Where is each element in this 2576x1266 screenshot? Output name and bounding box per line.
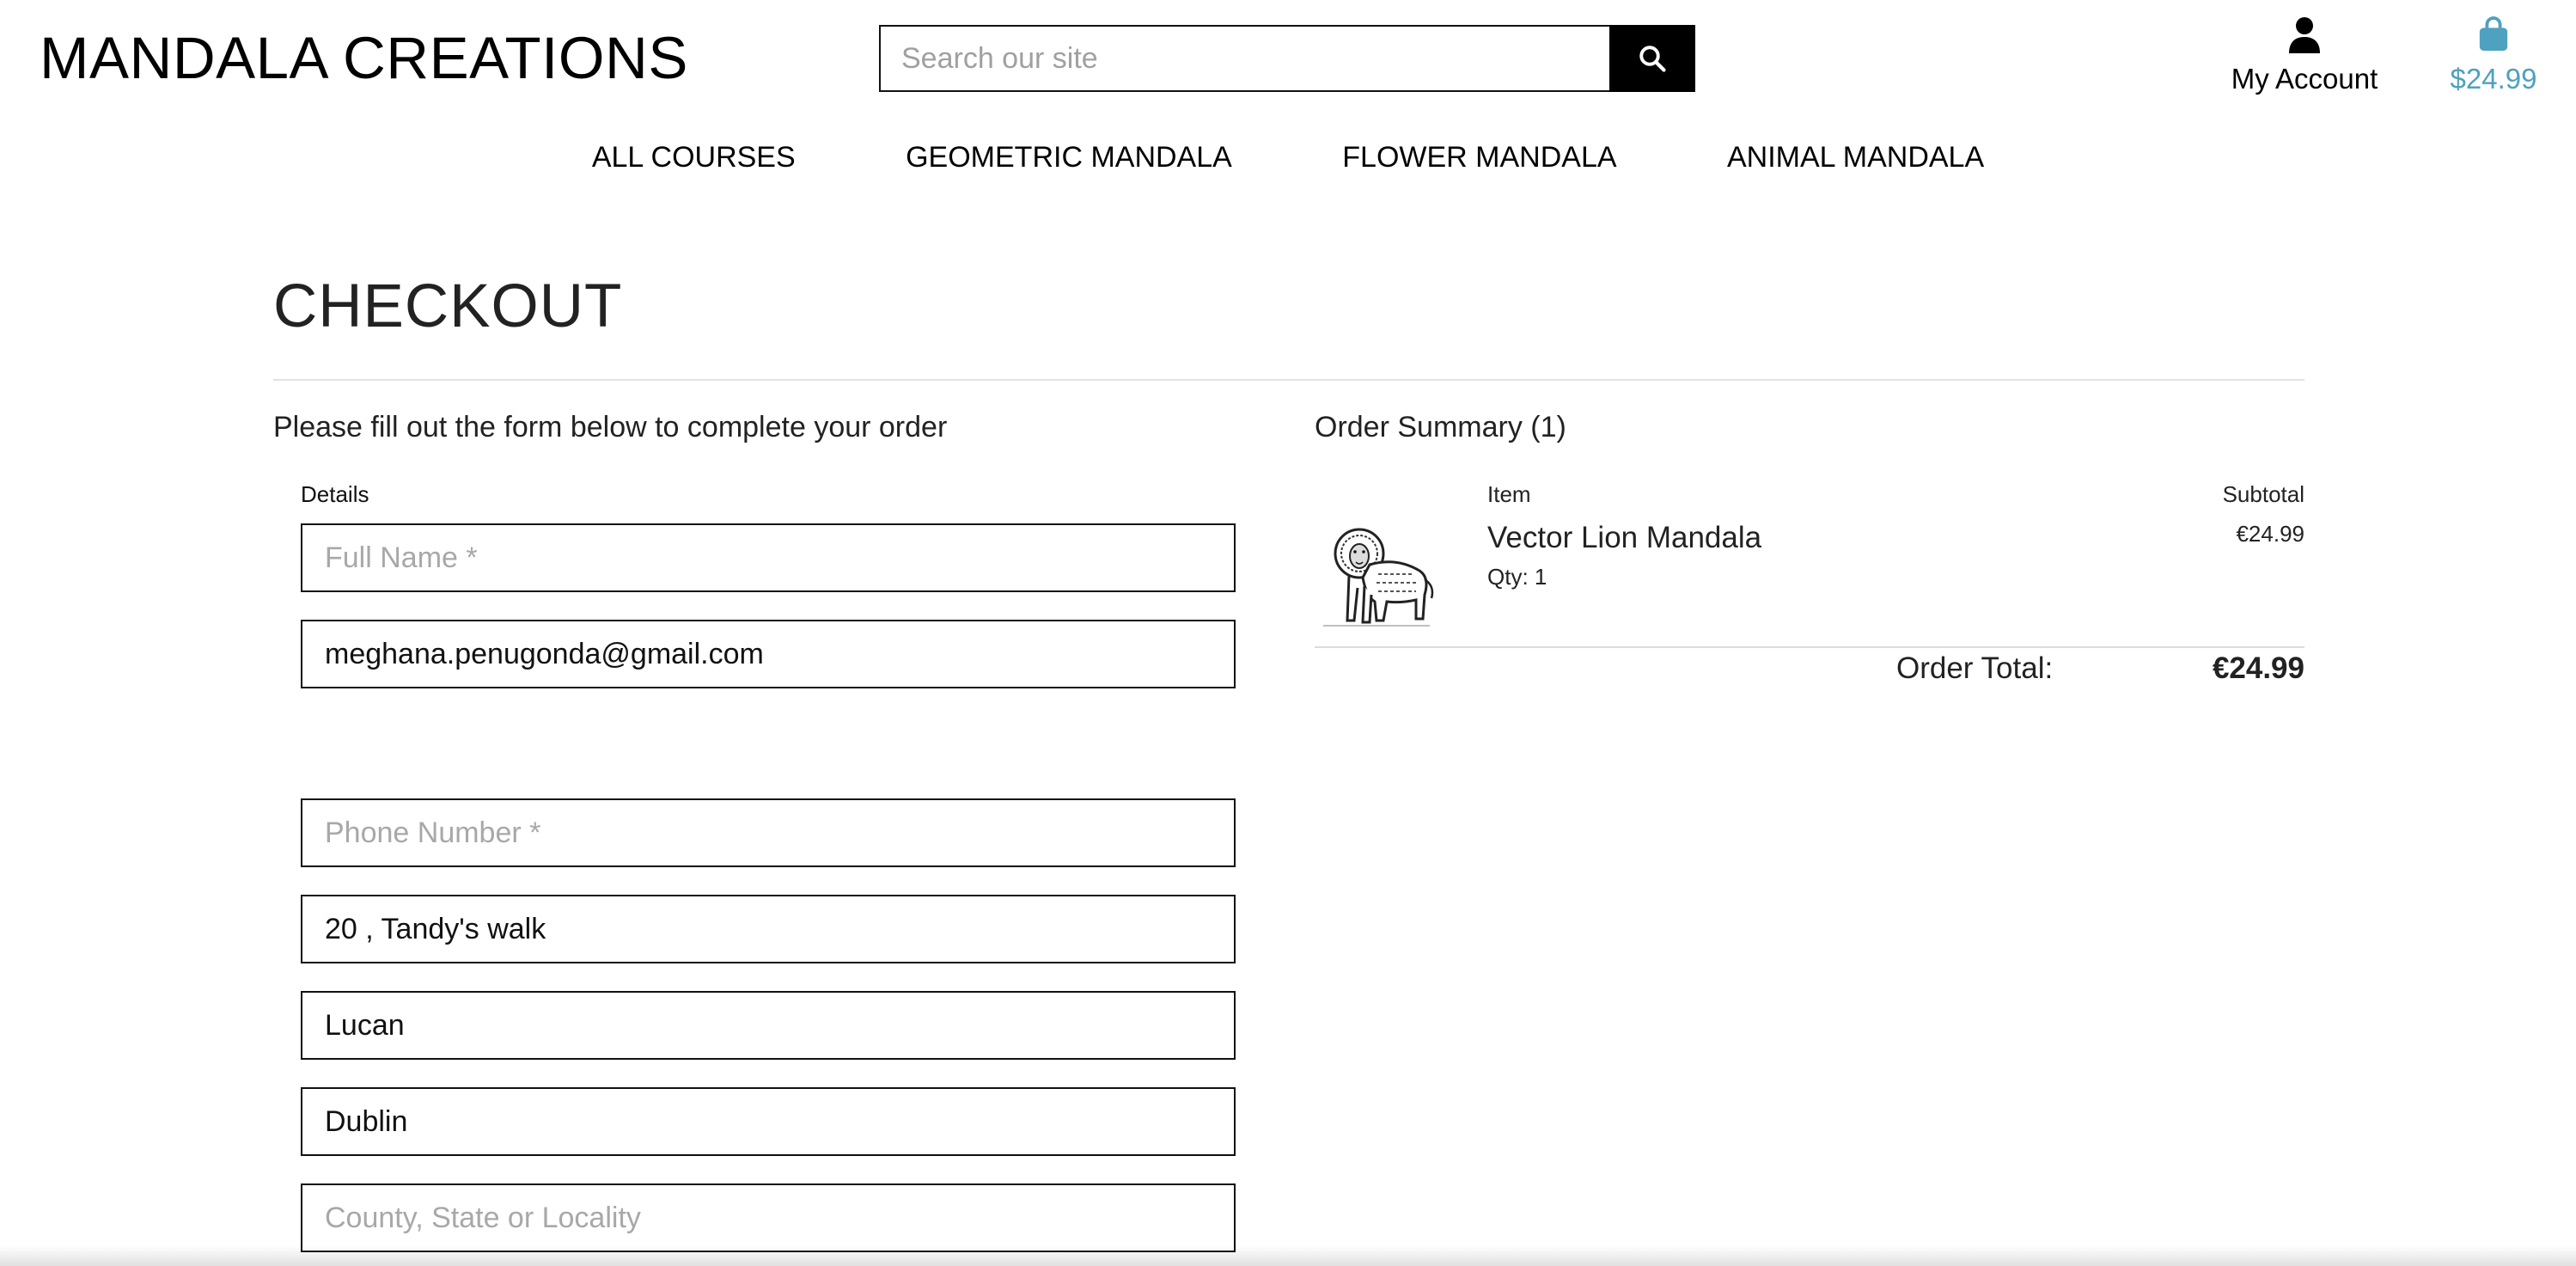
product-qty: Qty: 1 <box>1487 564 1547 590</box>
title-divider <box>273 379 2304 381</box>
nav-all-courses[interactable]: ALL COURSES <box>592 141 796 174</box>
my-account-label: My Account <box>2231 63 2378 95</box>
order-total-value: €24.99 <box>2212 651 2304 685</box>
phone-number-field[interactable] <box>301 798 1236 867</box>
user-icon <box>2289 17 2320 53</box>
street-address-field[interactable] <box>301 895 1236 963</box>
checkout-intro: Please fill out the form below to comple… <box>273 411 948 443</box>
county-field[interactable] <box>301 1183 1236 1252</box>
bottom-shadow <box>0 1245 2576 1266</box>
details-label: Details <box>301 481 369 507</box>
nav-geometric-mandala[interactable]: GEOMETRIC MANDALA <box>906 141 1232 174</box>
email-field[interactable] <box>301 620 1236 688</box>
brand-logo[interactable]: MANDALA CREATIONS <box>40 26 688 91</box>
my-account-link[interactable]: My Account <box>2219 15 2390 95</box>
page-title: CHECKOUT <box>273 272 623 340</box>
bag-total: $24.99 <box>2450 63 2537 95</box>
nav-flower-mandala[interactable]: FLOWER MANDALA <box>1342 141 1616 174</box>
main-nav: ALL COURSES GEOMETRIC MANDALA FLOWER MAN… <box>0 141 2576 174</box>
nav-animal-mandala[interactable]: ANIMAL MANDALA <box>1727 141 1984 174</box>
item-column-header: Item <box>1487 481 1531 507</box>
product-subtotal: €24.99 <box>2236 521 2304 547</box>
summary-divider <box>1315 646 2304 648</box>
city-field[interactable] <box>301 1087 1236 1156</box>
search-icon <box>1639 46 1666 72</box>
shopping-bag-icon <box>2479 16 2508 51</box>
lion-mandala-image <box>1323 528 1434 627</box>
search-bar <box>879 25 1695 92</box>
full-name-field[interactable] <box>301 523 1236 592</box>
town-field[interactable] <box>301 991 1236 1060</box>
search-input[interactable] <box>879 25 1609 92</box>
order-total-label: Order Total: <box>1896 651 2054 685</box>
subtotal-column-header: Subtotal <box>2222 481 2304 507</box>
product-name: Vector Lion Mandala <box>1487 521 1762 554</box>
shopping-bag-link[interactable]: $24.99 <box>2433 15 2554 95</box>
search-button[interactable] <box>1609 25 1695 92</box>
order-summary-title: Order Summary (1) <box>1315 411 1566 443</box>
